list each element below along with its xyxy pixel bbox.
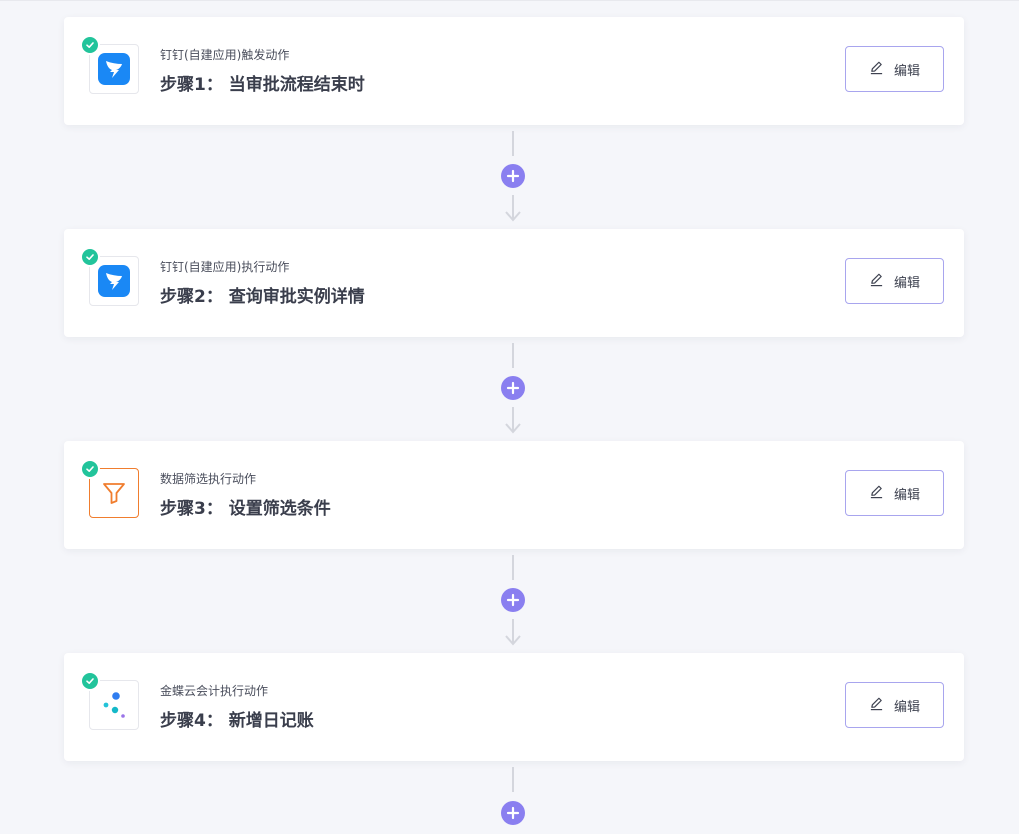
- edit-button[interactable]: 编辑: [845, 470, 944, 516]
- edit-button-label: 编辑: [893, 699, 920, 715]
- step-card-3[interactable]: 数据筛选执行动作 步骤3： 设置筛选条件 编辑: [64, 441, 964, 549]
- check-icon: [80, 35, 100, 55]
- connector-3: [498, 555, 528, 651]
- pencil-icon: [869, 696, 884, 715]
- pencil-icon: [869, 60, 884, 79]
- step-subtitle: 钉钉(自建应用)触发动作: [160, 48, 290, 62]
- edit-button-label: 编辑: [893, 63, 920, 79]
- plus-icon: [506, 593, 520, 607]
- edit-button[interactable]: 编辑: [845, 46, 944, 92]
- connector-4: [498, 767, 528, 834]
- step-card-2[interactable]: 钉钉(自建应用)执行动作 步骤2： 查询审批实例详情 编辑: [64, 229, 964, 337]
- edit-button-label: 编辑: [893, 487, 920, 503]
- check-icon: [80, 671, 100, 691]
- plus-icon: [506, 381, 520, 395]
- step-card-4[interactable]: 金蝶云会计执行动作 步骤4： 新增日记账 编辑: [64, 653, 964, 761]
- step-title: 步骤3： 设置筛选条件: [160, 499, 331, 519]
- pencil-icon: [869, 484, 884, 503]
- edit-button[interactable]: 编辑: [845, 682, 944, 728]
- edit-button[interactable]: 编辑: [845, 258, 944, 304]
- check-icon: [80, 247, 100, 267]
- step-title: 步骤2： 查询审批实例详情: [160, 287, 365, 307]
- edit-button-label: 编辑: [893, 275, 920, 291]
- step-title: 步骤1： 当审批流程结束时: [160, 75, 365, 95]
- step-subtitle: 钉钉(自建应用)执行动作: [160, 260, 290, 274]
- step-subtitle: 金蝶云会计执行动作: [160, 684, 269, 698]
- step-card-1[interactable]: 钉钉(自建应用)触发动作 步骤1： 当审批流程结束时 编辑: [64, 17, 964, 125]
- connector-2: [498, 343, 528, 439]
- top-divider: [0, 0, 1019, 3]
- add-step-button[interactable]: [501, 801, 525, 825]
- pencil-icon: [869, 272, 884, 291]
- plus-icon: [506, 806, 520, 820]
- add-step-button[interactable]: [501, 376, 525, 400]
- add-step-button[interactable]: [501, 588, 525, 612]
- connector-1: [498, 131, 528, 227]
- check-icon: [80, 459, 100, 479]
- plus-icon: [506, 169, 520, 183]
- step-title: 步骤4： 新增日记账: [160, 711, 314, 731]
- add-step-button[interactable]: [501, 164, 525, 188]
- step-subtitle: 数据筛选执行动作: [160, 472, 257, 486]
